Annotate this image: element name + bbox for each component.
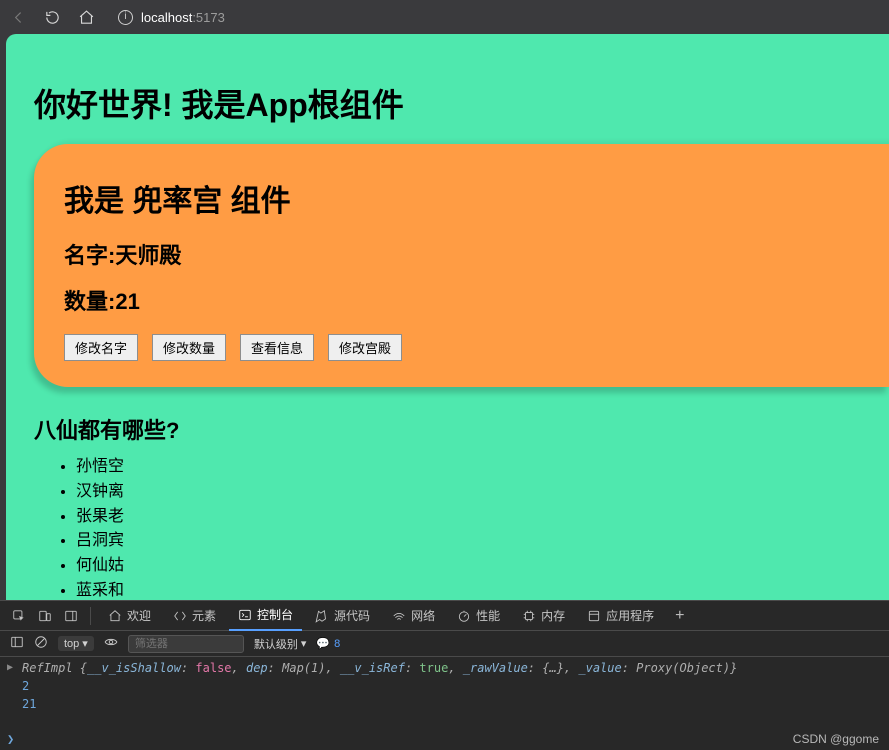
card-quantity: 数量:21 [64, 284, 889, 316]
browser-toolbar: i localhost:5173 [0, 0, 889, 34]
console-prompt-icon[interactable]: ❯ [7, 732, 14, 746]
refresh-icon[interactable] [42, 7, 62, 27]
button-row: 修改名字 修改数量 查看信息 修改宫殿 [64, 334, 889, 361]
immortals-list: 孙悟空 汉钟离 张果老 吕洞宾 何仙姑 蓝采和 [34, 455, 889, 600]
console-filter-bar: top ▾ 默认级别 ▾ 💬 8 [0, 631, 889, 657]
devtools-panel: 欢迎 元素 控制台 源代码 网络 性能 内存 应用程序 + [0, 600, 889, 750]
console-line[interactable]: ▶ RefImpl {__v_isShallow: false, dep: Ma… [0, 659, 889, 677]
view-info-button[interactable]: 查看信息 [240, 334, 314, 361]
tab-network[interactable]: 网络 [383, 601, 444, 631]
tab-console[interactable]: 控制台 [229, 601, 302, 631]
url-port: :5173 [192, 10, 225, 25]
list-item: 何仙姑 [76, 554, 889, 579]
list-item: 吕洞宾 [76, 529, 889, 554]
page-title: 你好世界! 我是App根组件 [34, 80, 889, 126]
issues-indicator[interactable]: 💬 8 [316, 637, 340, 650]
console-line[interactable]: 2 [0, 677, 889, 695]
list-title: 八仙都有哪些? [34, 413, 889, 445]
tab-elements[interactable]: 元素 [164, 601, 225, 631]
inspect-icon[interactable] [8, 601, 30, 631]
chat-icon: 💬 [316, 637, 330, 650]
tab-sources[interactable]: 源代码 [306, 601, 379, 631]
component-card: 我是 兜率宫 组件 名字:天师殿 数量:21 修改名字 修改数量 查看信息 修改… [34, 144, 889, 387]
devtools-tabbar: 欢迎 元素 控制台 源代码 网络 性能 内存 应用程序 + [0, 601, 889, 631]
tab-welcome[interactable]: 欢迎 [99, 601, 160, 631]
live-expression-icon[interactable] [104, 635, 118, 652]
info-icon[interactable]: i [118, 10, 133, 25]
panel-icon[interactable] [60, 601, 82, 631]
watermark: CSDN @ggome [793, 732, 879, 746]
list-item: 蓝采和 [76, 579, 889, 600]
clear-console-icon[interactable] [34, 635, 48, 652]
console-output[interactable]: ▶ RefImpl {__v_isShallow: false, dep: Ma… [0, 657, 889, 750]
tab-performance[interactable]: 性能 [448, 601, 509, 631]
url-host: localhost [141, 10, 192, 25]
divider [90, 607, 91, 625]
list-item: 汉钟离 [76, 480, 889, 505]
console-line[interactable]: 21 [0, 695, 889, 713]
card-title: 我是 兜率宫 组件 [64, 176, 889, 220]
home-icon[interactable] [76, 7, 96, 27]
address-bar[interactable]: i localhost:5173 [110, 10, 225, 25]
expand-arrow-icon[interactable]: ▶ [7, 662, 13, 673]
change-name-button[interactable]: 修改名字 [64, 334, 138, 361]
page-viewport: 你好世界! 我是App根组件 我是 兜率宫 组件 名字:天师殿 数量:21 修改… [6, 34, 889, 600]
tab-memory[interactable]: 内存 [513, 601, 574, 631]
change-quantity-button[interactable]: 修改数量 [152, 334, 226, 361]
filter-input[interactable] [128, 635, 244, 653]
back-icon[interactable] [8, 7, 28, 27]
card-name: 名字:天师殿 [64, 238, 889, 270]
context-selector[interactable]: top ▾ [58, 636, 94, 651]
add-tab-icon[interactable]: + [675, 607, 684, 625]
tab-application[interactable]: 应用程序 [578, 601, 663, 631]
chevron-down-icon: ▾ [82, 637, 88, 650]
change-palace-button[interactable]: 修改宫殿 [328, 334, 402, 361]
device-icon[interactable] [34, 601, 56, 631]
list-item: 张果老 [76, 505, 889, 530]
chevron-down-icon: ▾ [301, 637, 307, 650]
list-item: 孙悟空 [76, 455, 889, 480]
sidebar-toggle-icon[interactable] [10, 635, 24, 652]
log-level-selector[interactable]: 默认级别 ▾ [254, 636, 307, 652]
